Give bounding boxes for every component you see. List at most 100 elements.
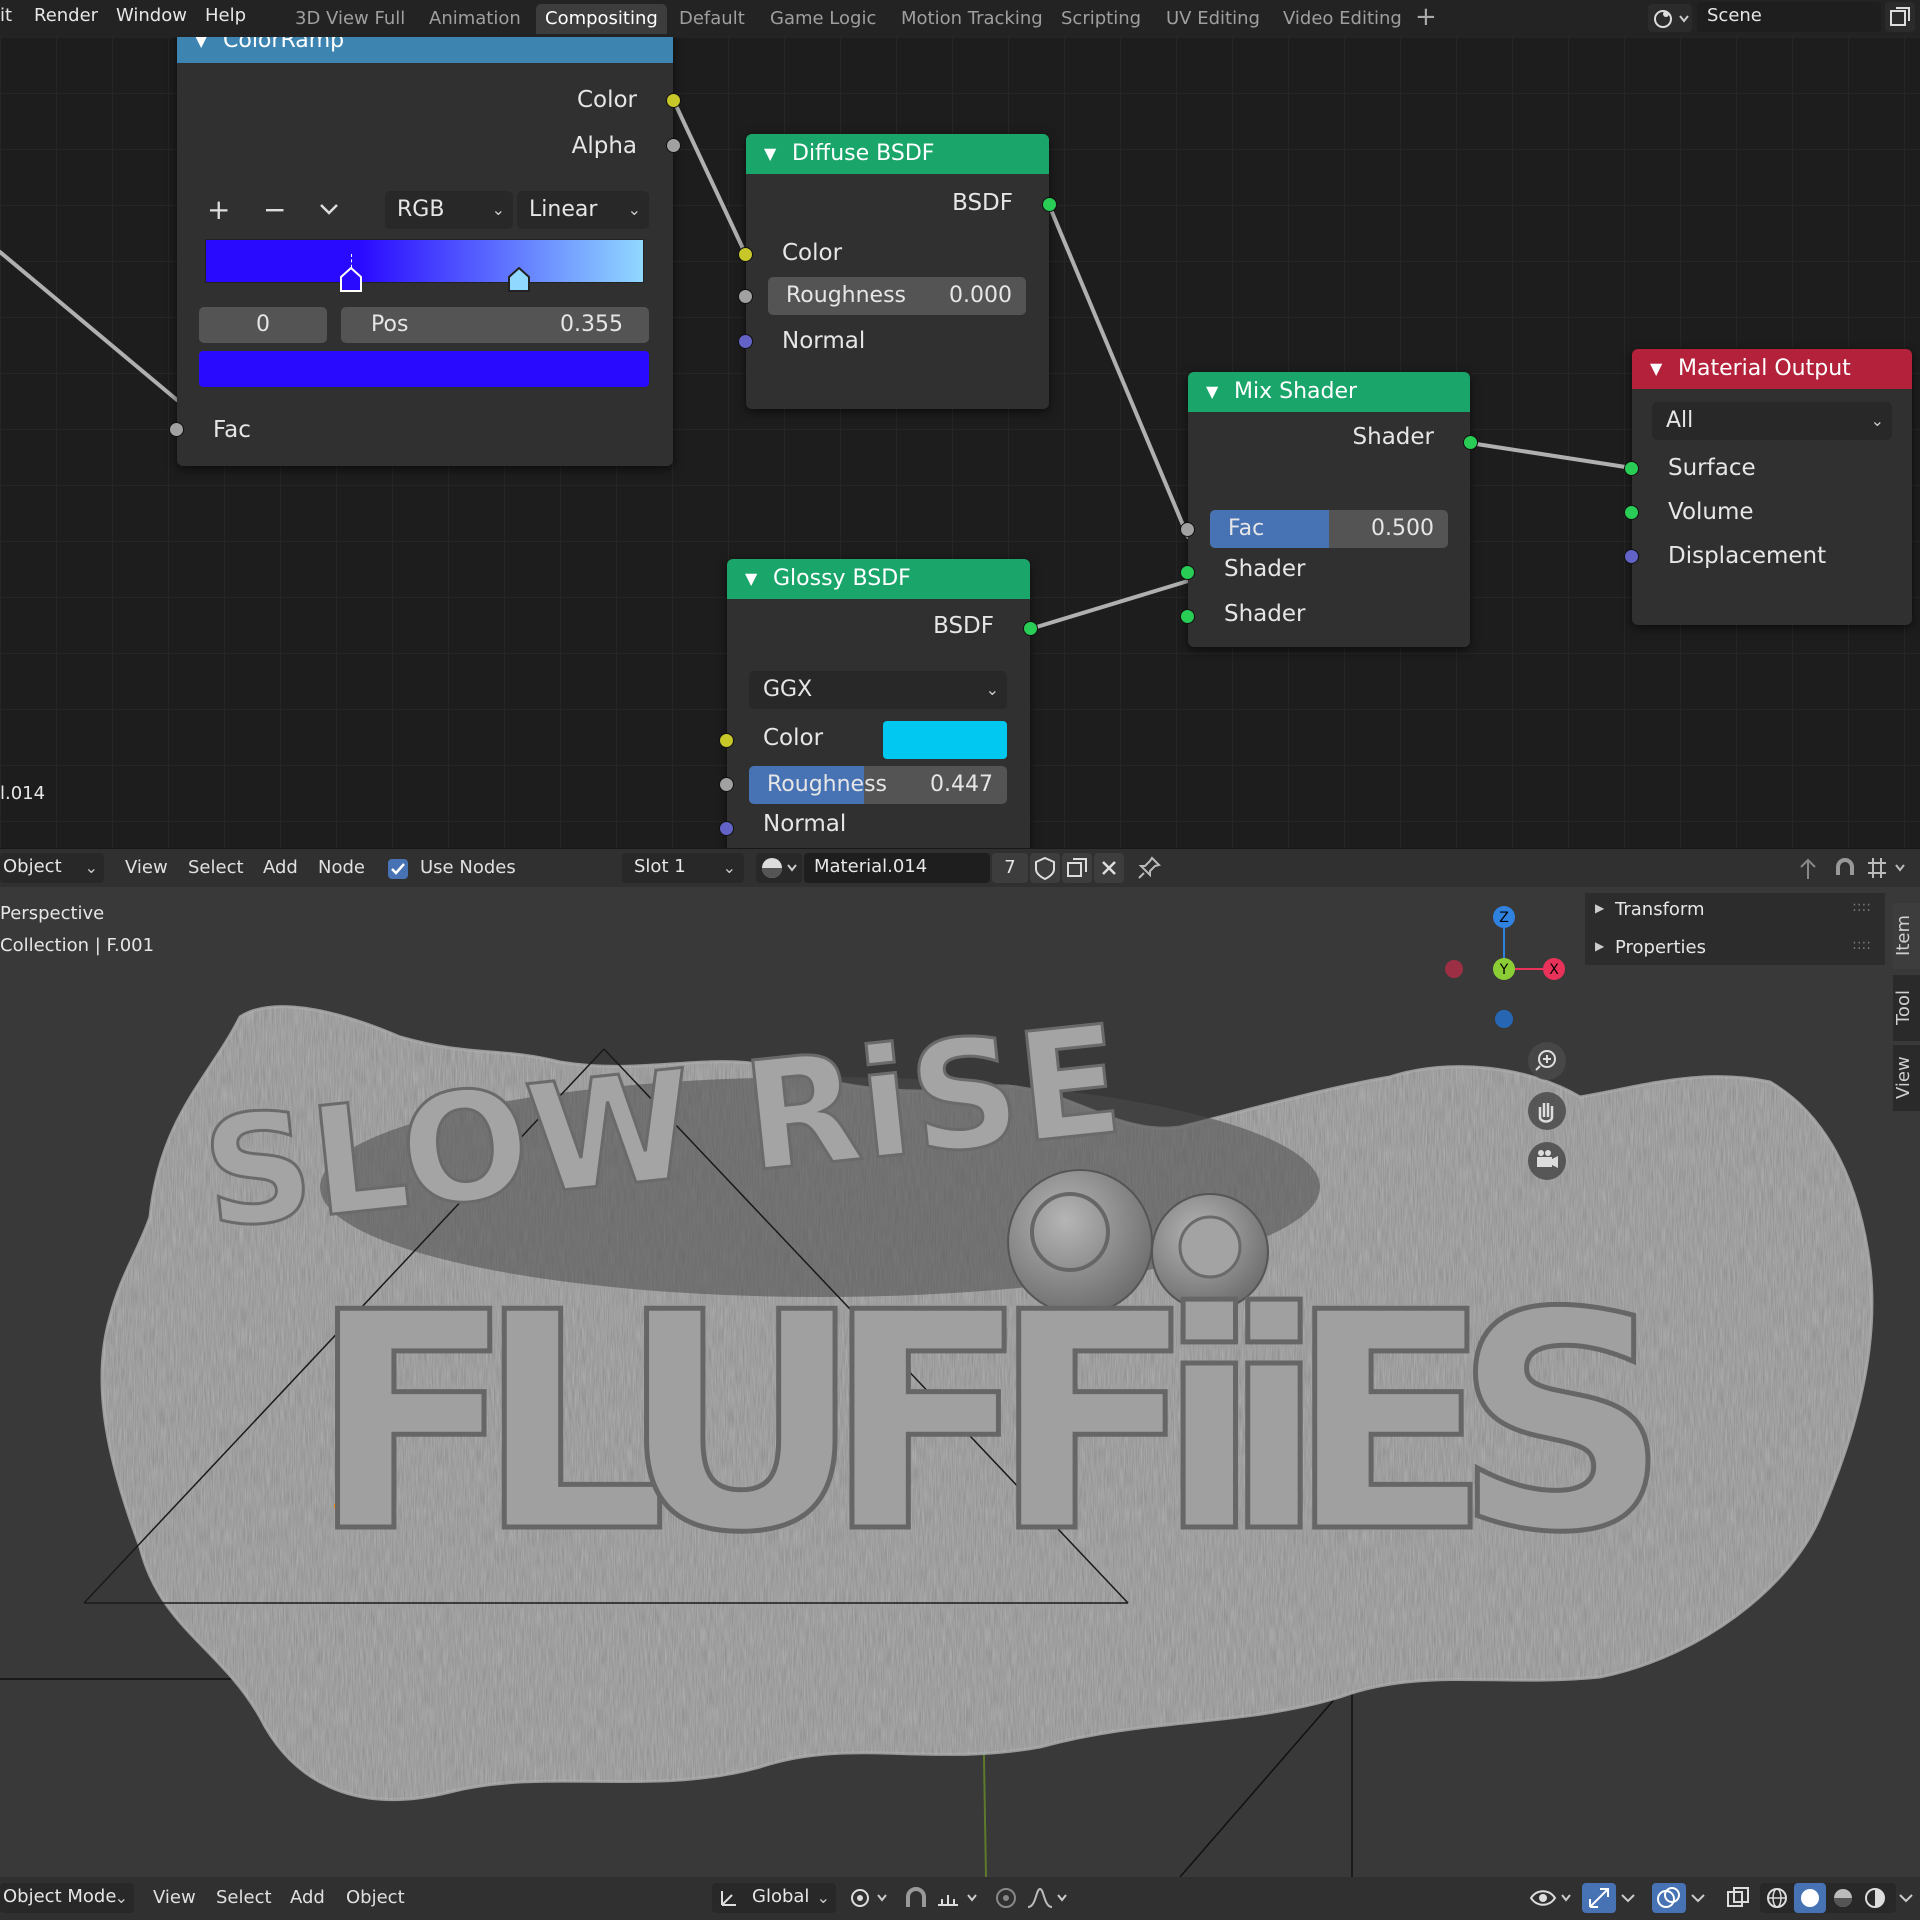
tab-uv-editing[interactable]: UV Editing	[1157, 4, 1269, 34]
tab-game-logic[interactable]: Game Logic	[761, 4, 885, 34]
stop-color-swatch[interactable]	[199, 351, 649, 387]
menu-node[interactable]: Node	[318, 849, 365, 887]
slot-dropdown[interactable]: Slot 1 ⌄	[622, 853, 744, 883]
material-output-node[interactable]: ▼ Material Output All ⌄ Surface Volume D…	[1624, 349, 1912, 625]
menu-select[interactable]: Select	[216, 1879, 272, 1917]
collapse-icon[interactable]: ▼	[1206, 372, 1218, 412]
diffuse-color-socket[interactable]	[738, 247, 753, 262]
material-browse-button[interactable]	[756, 853, 802, 883]
menu-object[interactable]: Object	[346, 1879, 405, 1917]
collapse-icon[interactable]: ▼	[764, 134, 776, 174]
wireframe-shading-icon[interactable]	[1764, 1885, 1790, 1911]
color-ramp-gradient[interactable]	[205, 239, 644, 283]
remove-stop-icon[interactable]: −	[263, 193, 286, 226]
interpolation-dropdown[interactable]: Linear ⌄	[517, 191, 649, 229]
glossy-roughness-field[interactable]: Roughness 0.447	[749, 766, 1007, 804]
snap-toggle[interactable]	[900, 1883, 932, 1913]
glossy-header[interactable]: ▼ Glossy BSDF	[727, 559, 1030, 599]
glossy-color-swatch[interactable]	[883, 721, 1007, 759]
color-stop-active[interactable]	[339, 267, 363, 293]
diffuse-normal-socket[interactable]	[738, 334, 753, 349]
xray-toggle[interactable]	[1722, 1883, 1754, 1913]
snap-target-dropdown[interactable]	[1862, 853, 1912, 883]
sidebar-tab-view[interactable]: View	[1893, 1045, 1920, 1111]
menu-select[interactable]: Select	[188, 849, 244, 887]
diffuse-bsdf-socket[interactable]	[1042, 197, 1057, 212]
mix-header[interactable]: ▼ Mix Shader	[1188, 372, 1470, 412]
glossy-bsdf-socket[interactable]	[1023, 621, 1038, 636]
add-stop-icon[interactable]: +	[207, 193, 230, 226]
object-mode-dropdown[interactable]: Object Mode ⌄	[0, 1883, 134, 1913]
gizmo-toggle[interactable]	[1582, 1883, 1616, 1913]
scene-field[interactable]: Scene	[1697, 2, 1881, 32]
menu-window[interactable]: Window	[116, 0, 187, 32]
stop-index-field[interactable]: 0	[199, 307, 327, 343]
rendered-shading-icon[interactable]	[1862, 1885, 1888, 1911]
menu-help[interactable]: Help	[205, 0, 246, 32]
output-target-dropdown[interactable]: All ⌄	[1652, 402, 1892, 440]
panel-transform[interactable]: ▶ Transform ::::	[1585, 893, 1885, 929]
colorramp-fac-socket[interactable]	[169, 422, 184, 437]
shading-dropdown[interactable]	[1896, 1883, 1918, 1913]
colorramp-node[interactable]: ▼ ColorRamp Color Alpha + − RGB ⌄ Linear…	[169, 37, 681, 466]
material-name-field[interactable]: Material.014	[804, 853, 990, 883]
menu-add[interactable]: Add	[263, 849, 298, 887]
3d-viewport[interactable]: SLOW RiSE FLUFFiiES Perspective Collecti…	[0, 887, 1920, 1877]
tab-compositing[interactable]: Compositing	[536, 4, 667, 34]
color-mode-dropdown[interactable]: RGB ⌄	[385, 191, 513, 229]
new-material-button[interactable]	[1062, 853, 1092, 883]
diffuse-header[interactable]: ▼ Diffuse BSDF	[746, 134, 1049, 174]
color-stop-end[interactable]	[507, 267, 531, 293]
output-header[interactable]: ▼ Material Output	[1632, 349, 1912, 389]
output-displacement-socket[interactable]	[1624, 549, 1639, 564]
parent-node-tree-button[interactable]	[1793, 853, 1823, 883]
tab-motion-tracking[interactable]: Motion Tracking	[892, 4, 1052, 34]
mix-shader1-socket[interactable]	[1180, 565, 1195, 580]
menu-render[interactable]: Render	[34, 0, 98, 32]
mix-fac-field[interactable]: Fac 0.500	[1210, 510, 1448, 548]
scene-browse-button[interactable]	[1648, 4, 1692, 32]
overlays-dropdown[interactable]	[1688, 1883, 1710, 1913]
material-shading-icon[interactable]	[1830, 1885, 1856, 1911]
mix-fac-socket[interactable]	[1180, 522, 1195, 537]
output-surface-socket[interactable]	[1624, 461, 1639, 476]
overlays-toggle[interactable]	[1652, 1883, 1686, 1913]
panel-properties[interactable]: ▶ Properties ::::	[1585, 931, 1885, 967]
mix-shader-node[interactable]: ▼ Mix Shader Shader Fac 0.500 Shader Sha…	[1180, 372, 1478, 647]
output-volume-socket[interactable]	[1624, 505, 1639, 520]
sidebar-tab-tool[interactable]: Tool	[1893, 975, 1920, 1041]
stop-pos-field[interactable]: Pos 0.355	[341, 307, 649, 343]
glossy-color-socket[interactable]	[719, 733, 734, 748]
view-nav-buttons[interactable]	[1524, 1039, 1570, 1189]
snap-element-dropdown[interactable]	[934, 1883, 984, 1913]
glossy-normal-socket[interactable]	[719, 821, 734, 836]
pin-button[interactable]	[1134, 853, 1164, 883]
glossy-bsdf-node[interactable]: ▼ Glossy BSDF BSDF GGX ⌄ Color Roughness…	[719, 559, 1038, 848]
menu-add[interactable]: Add	[290, 1879, 325, 1917]
solid-shading-button[interactable]	[1794, 1883, 1826, 1913]
diffuse-roughness-socket[interactable]	[738, 289, 753, 304]
menu-view[interactable]: View	[153, 1879, 196, 1917]
object-type-dropdown[interactable]: Object ⌄	[0, 853, 104, 883]
distribution-dropdown[interactable]: GGX ⌄	[749, 671, 1007, 709]
transform-orientation-dropdown[interactable]: Global ⌄	[712, 1883, 836, 1913]
colorramp-alpha-socket[interactable]	[666, 138, 681, 153]
mix-shader-out-socket[interactable]	[1463, 435, 1478, 450]
add-workspace-icon[interactable]: +	[1415, 2, 1437, 32]
pivot-point-dropdown[interactable]	[846, 1883, 892, 1913]
visibility-dropdown[interactable]	[1528, 1883, 1578, 1913]
drag-handle-icon[interactable]: ::::	[1852, 899, 1871, 915]
tab-3d-view-full[interactable]: 3D View Full	[286, 4, 414, 34]
falloff-dropdown[interactable]	[1024, 1883, 1074, 1913]
shading-mode-group[interactable]	[1760, 1883, 1896, 1913]
tab-scripting[interactable]: Scripting	[1052, 4, 1150, 34]
proportional-edit-toggle[interactable]	[990, 1883, 1022, 1913]
collapse-icon[interactable]: ▼	[195, 37, 207, 61]
gizmo-dropdown[interactable]	[1618, 1883, 1640, 1913]
new-scene-button[interactable]	[1885, 2, 1915, 32]
glossy-roughness-socket[interactable]	[719, 777, 734, 792]
menu-edit[interactable]: it	[0, 0, 12, 32]
fake-user-button[interactable]	[1030, 853, 1060, 883]
drag-handle-icon[interactable]: ::::	[1852, 937, 1871, 953]
use-nodes-checkbox[interactable]	[388, 859, 408, 879]
